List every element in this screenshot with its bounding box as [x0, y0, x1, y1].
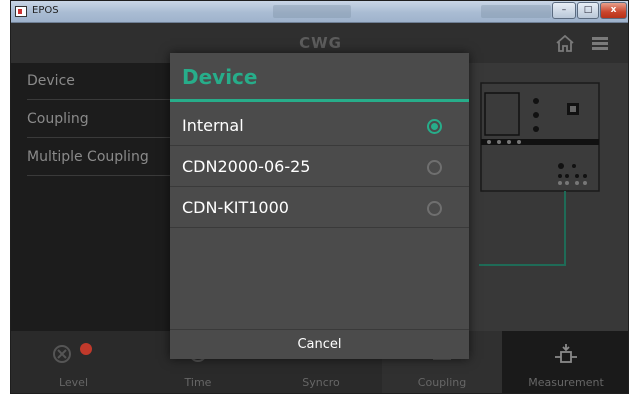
tool-level[interactable]: Level — [11, 331, 136, 393]
title-bar-shadow — [273, 5, 351, 18]
window-title-bar: EPOS – □ x — [11, 1, 628, 23]
tool-syncro-label: Syncro — [302, 376, 340, 389]
radio-empty-icon[interactable] — [427, 201, 442, 216]
sidebar-item-label: Device — [27, 73, 75, 89]
minimize-button[interactable]: – — [552, 2, 576, 19]
sidebar-item-label: Multiple Coupling — [27, 149, 149, 165]
device-option-internal[interactable]: Internal — [170, 106, 469, 146]
level-icon — [53, 343, 92, 363]
app-window: EPOS – □ x CWG Device Coupling Multiple … — [10, 0, 629, 394]
menu-icon[interactable] — [592, 37, 608, 50]
tool-measurement-label: Measurement — [528, 376, 604, 389]
device-dialog: Device Internal CDN2000-06-25 CDN-KIT100… — [170, 53, 469, 359]
sidebar: Device Coupling Multiple Coupling — [11, 63, 191, 331]
option-label: Internal — [182, 116, 244, 135]
dialog-title: Device — [182, 65, 258, 89]
device-option-cdn-kit1000[interactable]: CDN-KIT1000 — [170, 188, 469, 228]
radio-empty-icon[interactable] — [427, 160, 442, 175]
device-option-cdn2000[interactable]: CDN2000-06-25 — [170, 147, 469, 187]
maximize-button[interactable]: □ — [577, 2, 599, 19]
cancel-button[interactable]: Cancel — [170, 329, 469, 359]
radio-selected-icon[interactable] — [427, 119, 442, 134]
option-label: CDN2000-06-25 — [182, 157, 311, 176]
tool-measurement[interactable]: Measurement — [502, 331, 628, 393]
sidebar-item-device[interactable]: Device — [27, 63, 177, 100]
tool-time-label: Time — [184, 376, 212, 389]
sidebar-item-coupling[interactable]: Coupling — [27, 101, 177, 138]
tool-level-label: Level — [58, 376, 89, 389]
app-icon — [15, 6, 27, 17]
dialog-divider — [170, 99, 469, 102]
measurement-icon — [555, 344, 577, 363]
sidebar-item-label: Coupling — [27, 111, 89, 127]
title-bar-shadow — [481, 5, 551, 18]
option-label: CDN-KIT1000 — [182, 198, 289, 217]
home-icon[interactable] — [556, 35, 574, 52]
tool-coupling-label: Coupling — [417, 376, 467, 389]
sidebar-item-multiple-coupling[interactable]: Multiple Coupling — [27, 139, 177, 176]
close-button[interactable]: x — [600, 2, 627, 19]
window-title: EPOS — [32, 5, 59, 16]
